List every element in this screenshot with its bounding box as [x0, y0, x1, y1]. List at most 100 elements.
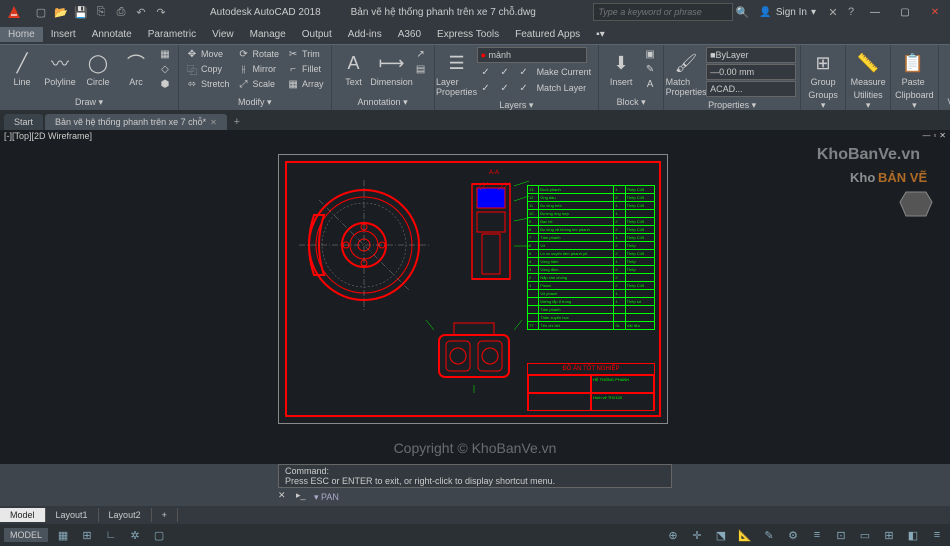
drawing-viewport[interactable]: KhoBanVe.vn KhoBẢN VẼ [0, 144, 950, 464]
move-button[interactable]: ✥Move [183, 47, 233, 61]
close-tab-icon[interactable]: ✕ [210, 118, 217, 127]
attr-button[interactable]: A [641, 77, 659, 91]
layer-btn6[interactable]: ✓ [515, 81, 533, 95]
array-button[interactable]: ▦Array [284, 77, 327, 91]
ortho-icon[interactable]: ∟ [102, 526, 120, 544]
group-button[interactable]: ⊞Group [805, 47, 841, 89]
open-icon[interactable]: 📂 [52, 3, 70, 21]
arc-button[interactable]: ⌒Arc [118, 47, 154, 89]
layout2-tab[interactable]: Layout2 [99, 508, 152, 522]
command-input[interactable]: ▾ PAN [314, 492, 339, 503]
layer-btn5[interactable]: ✓ [496, 81, 514, 95]
status-icon1[interactable]: ⊕ [664, 526, 682, 544]
search-icon[interactable]: 🔍 [733, 3, 751, 21]
tab-addins[interactable]: Add-ins [340, 27, 390, 42]
tab-annotate[interactable]: Annotate [84, 27, 140, 42]
plot-icon[interactable]: ⎙ [112, 3, 130, 21]
trim-button[interactable]: ✂Trim [284, 47, 327, 61]
viewport-label[interactable]: [-][Top][2D Wireframe] [4, 131, 92, 143]
start-tab[interactable]: Start [4, 114, 43, 130]
status-icon12[interactable]: ≡ [928, 526, 946, 544]
close-button[interactable]: ✕ [920, 0, 950, 24]
tab-featured[interactable]: Featured Apps [507, 27, 588, 42]
grid-icon[interactable]: ▦ [54, 526, 72, 544]
status-icon10[interactable]: ⊞ [880, 526, 898, 544]
create-button[interactable]: ▣ [641, 47, 659, 61]
status-model-label[interactable]: MODEL [4, 528, 48, 542]
status-icon2[interactable]: ✛ [688, 526, 706, 544]
layer-properties-button[interactable]: ☰Layer Properties [439, 47, 475, 99]
status-icon7[interactable]: ≡ [808, 526, 826, 544]
status-icon8[interactable]: ⊡ [832, 526, 850, 544]
status-icon5[interactable]: ✎ [760, 526, 778, 544]
table-button[interactable]: ▤ [412, 62, 430, 76]
vp-close-icon[interactable]: ✕ [939, 131, 946, 143]
polyline-button[interactable]: 〰Polyline [42, 47, 78, 89]
tab-manage[interactable]: Manage [242, 27, 294, 42]
measure-button[interactable]: 📏Measure [850, 47, 886, 89]
polar-icon[interactable]: ✲ [126, 526, 144, 544]
dimension-button[interactable]: ⟼Dimension [374, 47, 410, 89]
tab-extra-icon[interactable]: ▪▾ [588, 27, 613, 42]
save-icon[interactable]: 💾 [72, 3, 90, 21]
layer-btn4[interactable]: ✓ [477, 81, 495, 95]
tab-output[interactable]: Output [294, 27, 340, 42]
signin-button[interactable]: 👤 Sign In ▾ [759, 7, 816, 18]
linetype-combo[interactable]: ACAD... [706, 81, 796, 97]
tab-insert[interactable]: Insert [43, 27, 84, 42]
new-tab-button[interactable]: + [229, 114, 245, 130]
add-layout-button[interactable]: + [152, 508, 178, 522]
snap-icon[interactable]: ⊞ [78, 526, 96, 544]
leader-button[interactable]: ↗ [412, 47, 430, 61]
tab-home[interactable]: Home [0, 27, 43, 42]
paste-button[interactable]: 📋Paste [895, 47, 931, 89]
stretch-button[interactable]: ⬄Stretch [183, 77, 233, 91]
vp-restore-icon[interactable]: ▫ [933, 131, 936, 143]
fillet-button[interactable]: ⌐Fillet [284, 62, 327, 76]
autocad-logo-icon[interactable] [4, 2, 24, 22]
rotate-button[interactable]: ⟳Rotate [235, 47, 283, 61]
circle-button[interactable]: ◯Circle [80, 47, 116, 89]
mirror-button[interactable]: ⫲Mirror [235, 62, 283, 76]
layout1-tab[interactable]: Layout1 [46, 508, 99, 522]
layer-combo[interactable]: ● mảnh [477, 47, 587, 63]
saveas-icon[interactable]: ⎘ [92, 3, 110, 21]
match-layer-button[interactable]: Match Layer [534, 81, 590, 95]
command-prompt-icon[interactable]: ▸_ [296, 490, 310, 504]
model-tab[interactable]: Model [0, 508, 46, 522]
tab-a360[interactable]: A360 [390, 27, 429, 42]
tab-express[interactable]: Express Tools [429, 27, 507, 42]
insert-button[interactable]: ⬇Insert [603, 47, 639, 89]
vp-minimize-icon[interactable]: — [922, 131, 930, 143]
lineweight-combo[interactable]: — 0.00 mm [706, 64, 796, 80]
current-document-tab[interactable]: Bản vẽ hệ thống phanh trên xe 7 chỗ*✕ [45, 114, 227, 130]
help-icon[interactable]: ? [842, 3, 860, 21]
tab-view[interactable]: View [204, 27, 242, 42]
minimize-button[interactable]: — [860, 0, 890, 24]
exchange-icon[interactable]: ✕ [824, 3, 842, 21]
match-properties-button[interactable]: 🖌Match Properties [668, 47, 704, 99]
line-button[interactable]: ╱Line [4, 47, 40, 89]
color-combo[interactable]: ■ ByLayer [706, 47, 796, 63]
command-close-icon[interactable]: ✕ [278, 490, 292, 504]
text-button[interactable]: AText [336, 47, 372, 89]
make-current-button[interactable]: Make Current [534, 65, 595, 79]
draw-misc1[interactable]: ▦ [156, 47, 174, 61]
draw-misc2[interactable]: ◇ [156, 62, 174, 76]
osnap-icon[interactable]: ▢ [150, 526, 168, 544]
help-search-input[interactable] [593, 3, 733, 21]
new-icon[interactable]: ▢ [32, 3, 50, 21]
undo-icon[interactable]: ↶ [132, 3, 150, 21]
view-cube[interactable] [896, 184, 936, 224]
layer-btn1[interactable]: ✓ [477, 65, 495, 79]
copy-button[interactable]: ⿻Copy [183, 62, 233, 76]
redo-icon[interactable]: ↷ [152, 3, 170, 21]
base-button[interactable]: ▣Base [943, 47, 950, 89]
layer-btn2[interactable]: ✓ [496, 65, 514, 79]
edit-button[interactable]: ✎ [641, 62, 659, 76]
status-icon11[interactable]: ◧ [904, 526, 922, 544]
status-icon4[interactable]: 📐 [736, 526, 754, 544]
layer-btn3[interactable]: ✓ [515, 65, 533, 79]
draw-misc3[interactable]: ⬢ [156, 77, 174, 91]
status-icon9[interactable]: ▭ [856, 526, 874, 544]
